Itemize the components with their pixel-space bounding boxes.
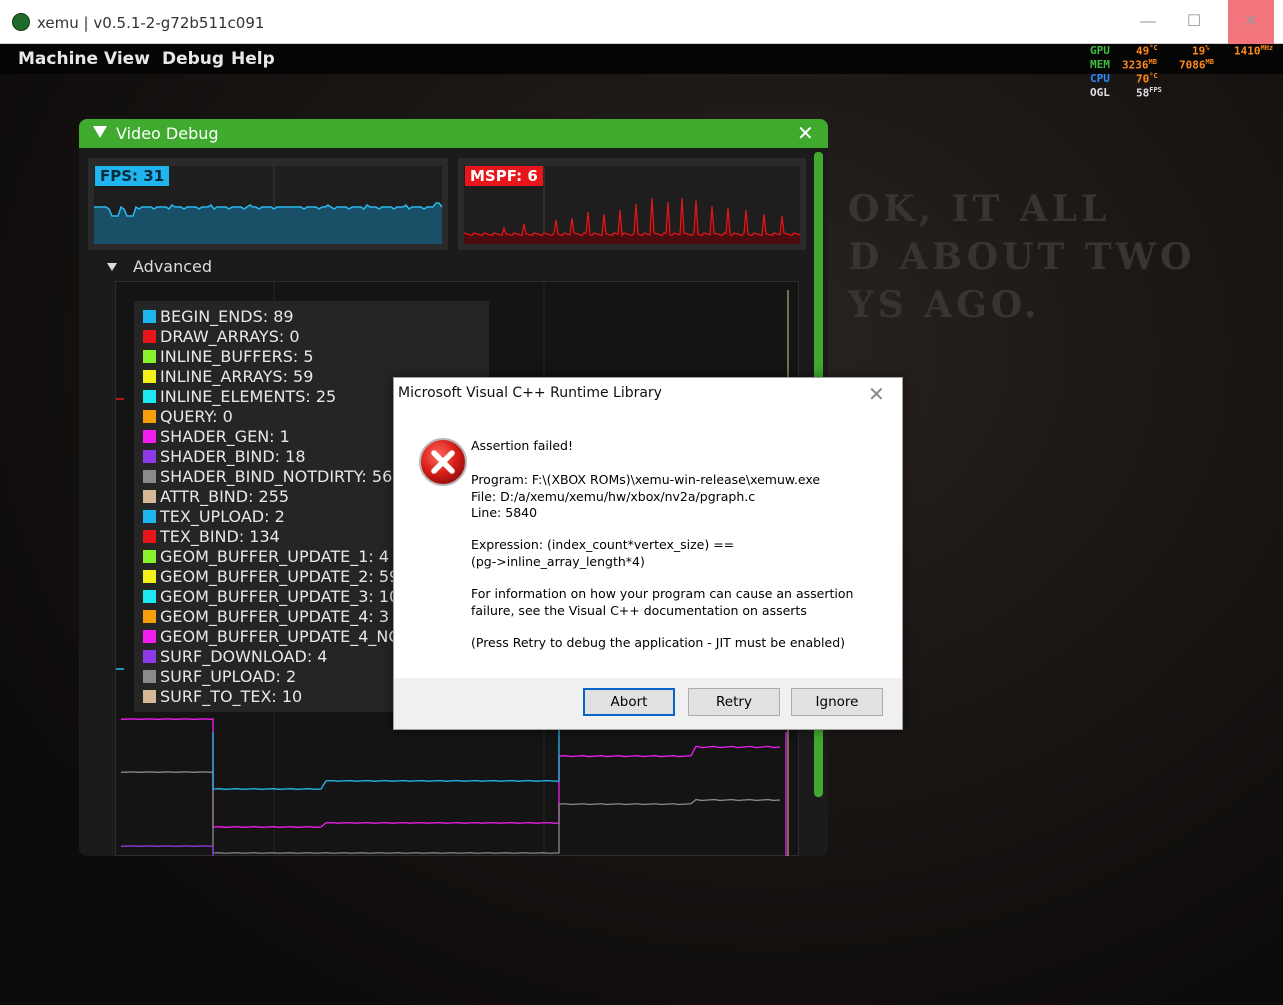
series-line-gray bbox=[120, 771, 781, 854]
osd-ogl-label: OGL bbox=[1090, 86, 1110, 99]
legend-swatch bbox=[143, 530, 156, 543]
osd-gpu-load: 19% bbox=[1192, 44, 1210, 58]
legend-swatch bbox=[143, 670, 156, 683]
dialog-line-heading: Assertion failed! bbox=[471, 438, 573, 453]
osd-cpu-temp: 70°C bbox=[1136, 72, 1158, 86]
legend-label: SURF_DOWNLOAD: 4 bbox=[160, 647, 328, 666]
legend-swatch bbox=[143, 450, 156, 463]
series-line-pink bbox=[120, 718, 781, 828]
fps-graph: FPS: 31 bbox=[88, 158, 448, 250]
legend-label: GEOM_BUFFER_UPDATE_2: 59 bbox=[160, 567, 400, 586]
dialog-line-file: File: D:/a/xemu/xemu/hw/xbox/nv2a/pgraph… bbox=[471, 488, 756, 504]
abort-button[interactable]: Abort bbox=[583, 688, 675, 716]
series-line-blue bbox=[212, 730, 560, 790]
osd-gpu-clock: 1410MHz bbox=[1234, 44, 1274, 58]
dialog-line-expression-cont: (pg->inline_array_length*4) bbox=[471, 553, 645, 569]
osd-gpu-label: GPU bbox=[1090, 44, 1110, 57]
legend-swatch bbox=[143, 470, 156, 483]
series-line-purple bbox=[120, 845, 214, 856]
xemu-logo-icon bbox=[12, 13, 30, 31]
expand-triangle-icon bbox=[107, 263, 117, 271]
legend-swatch bbox=[143, 430, 156, 443]
legend-label: TEX_UPLOAD: 2 bbox=[160, 507, 285, 526]
osd-mem-used: 3236MB bbox=[1122, 58, 1157, 72]
legend-label: DRAW_ARRAYS: 0 bbox=[160, 327, 300, 346]
assertion-dialog: Microsoft Visual C++ Runtime Library ✕ A… bbox=[393, 377, 903, 730]
legend-swatch bbox=[143, 630, 156, 643]
dialog-line-info: For information on how your program can … bbox=[471, 586, 854, 601]
ignore-button[interactable]: Ignore bbox=[791, 688, 883, 716]
fps-label: FPS: 31 bbox=[95, 166, 170, 186]
performance-overlay: GPU 49°C 19% 1410MHz MEM 3236MB 7086MB C… bbox=[1090, 44, 1283, 100]
maximize-button[interactable]: ☐ bbox=[1171, 0, 1217, 44]
legend-swatch bbox=[143, 650, 156, 663]
video-debug-title: Video Debug bbox=[116, 124, 219, 143]
dialog-line-info-cont: failure, see the Visual C++ documentatio… bbox=[471, 602, 807, 618]
dialog-line-program: Program: F:\(XBOX ROMs)\xemu-win-release… bbox=[471, 472, 821, 487]
legend-swatch bbox=[143, 510, 156, 523]
legend-swatch bbox=[143, 690, 156, 703]
collapse-triangle-icon[interactable] bbox=[93, 126, 107, 138]
game-caption-line: D ABOUT TWO bbox=[848, 236, 1196, 278]
legend-label: SURF_UPLOAD: 2 bbox=[160, 667, 297, 686]
legend-swatch bbox=[143, 330, 156, 343]
legend-label: BEGIN_ENDS: 89 bbox=[160, 307, 294, 326]
menu-machine[interactable]: Machine bbox=[18, 49, 98, 69]
dialog-button-bar: Abort Retry Ignore bbox=[394, 678, 902, 729]
mspf-label: MSPF: 6 bbox=[465, 166, 543, 186]
legend-swatch bbox=[143, 310, 156, 323]
game-caption-line: OK, IT ALL bbox=[848, 188, 1111, 230]
game-caption-line: YS AGO. bbox=[848, 284, 1041, 326]
error-icon bbox=[419, 438, 467, 486]
legend-label: SHADER_BIND_NOTDIRTY: 56 bbox=[160, 467, 393, 486]
legend-label: INLINE_ARRAYS: 59 bbox=[160, 367, 314, 386]
mspf-graph: MSPF: 6 bbox=[458, 158, 806, 250]
legend-label: INLINE_BUFFERS: 5 bbox=[160, 347, 314, 366]
video-debug-title-bar[interactable]: Video Debug ✕ bbox=[79, 119, 828, 148]
fps-area bbox=[94, 203, 442, 244]
legend-swatch bbox=[143, 390, 156, 403]
legend-label: GEOM_BUFFER_UPDATE_4_NO bbox=[160, 627, 401, 646]
close-window-button[interactable]: ✕ bbox=[1228, 0, 1274, 44]
legend-swatch bbox=[143, 590, 156, 603]
close-icon[interactable]: ✕ bbox=[797, 121, 814, 146]
osd-cpu-label: CPU bbox=[1090, 72, 1110, 85]
osd-mem-label: MEM bbox=[1090, 58, 1110, 71]
legend-label: QUERY: 0 bbox=[160, 407, 233, 426]
legend-label: GEOM_BUFFER_UPDATE_3: 10 bbox=[160, 587, 400, 606]
legend-label: SURF_TO_TEX: 10 bbox=[160, 687, 303, 706]
legend-swatch bbox=[143, 490, 156, 503]
legend-label: ATTR_BIND: 255 bbox=[160, 487, 290, 506]
menu-debug[interactable]: Debug bbox=[162, 49, 224, 69]
legend-label: SHADER_GEN: 1 bbox=[160, 427, 290, 446]
dialog-close-icon[interactable]: ✕ bbox=[868, 382, 885, 407]
window-title: xemu | v0.5.1-2-g72b511c091 bbox=[37, 14, 265, 32]
osd-ogl-fps: 58FPS bbox=[1136, 86, 1162, 100]
dialog-line-expression: Expression: (index_count*vertex_size) == bbox=[471, 537, 735, 552]
menu-view[interactable]: View bbox=[104, 49, 150, 69]
legend-label: GEOM_BUFFER_UPDATE_4: 3 bbox=[160, 607, 390, 626]
legend-swatch bbox=[143, 370, 156, 383]
osd-mem-ram: 7086MB bbox=[1179, 58, 1214, 72]
dialog-line-retry-hint: (Press Retry to debug the application - … bbox=[471, 635, 846, 650]
legend-swatch bbox=[143, 550, 156, 563]
legend-label: INLINE_ELEMENTS: 25 bbox=[160, 387, 337, 406]
menu-help[interactable]: Help bbox=[231, 49, 275, 69]
legend-swatch bbox=[143, 610, 156, 623]
advanced-label: Advanced bbox=[133, 257, 213, 276]
legend-swatch bbox=[143, 570, 156, 583]
dialog-line-line: Line: 5840 bbox=[471, 505, 538, 520]
osd-gpu-temp: 49°C bbox=[1136, 44, 1158, 58]
legend-swatch bbox=[143, 410, 156, 423]
legend-label: SHADER_BIND: 18 bbox=[160, 447, 306, 466]
window-title-bar: xemu | v0.5.1-2-g72b511c091 — ☐ ✕ bbox=[0, 0, 1283, 44]
dialog-title: Microsoft Visual C++ Runtime Library bbox=[398, 385, 662, 401]
retry-button[interactable]: Retry bbox=[688, 688, 780, 716]
game-caption: OK, IT ALL D ABOUT TWO YS AGO. bbox=[848, 185, 1195, 329]
minimize-button[interactable]: — bbox=[1125, 0, 1171, 44]
legend-swatch bbox=[143, 350, 156, 363]
legend-label: TEX_BIND: 134 bbox=[160, 527, 280, 546]
legend-label: GEOM_BUFFER_UPDATE_1: 4 bbox=[160, 547, 390, 566]
